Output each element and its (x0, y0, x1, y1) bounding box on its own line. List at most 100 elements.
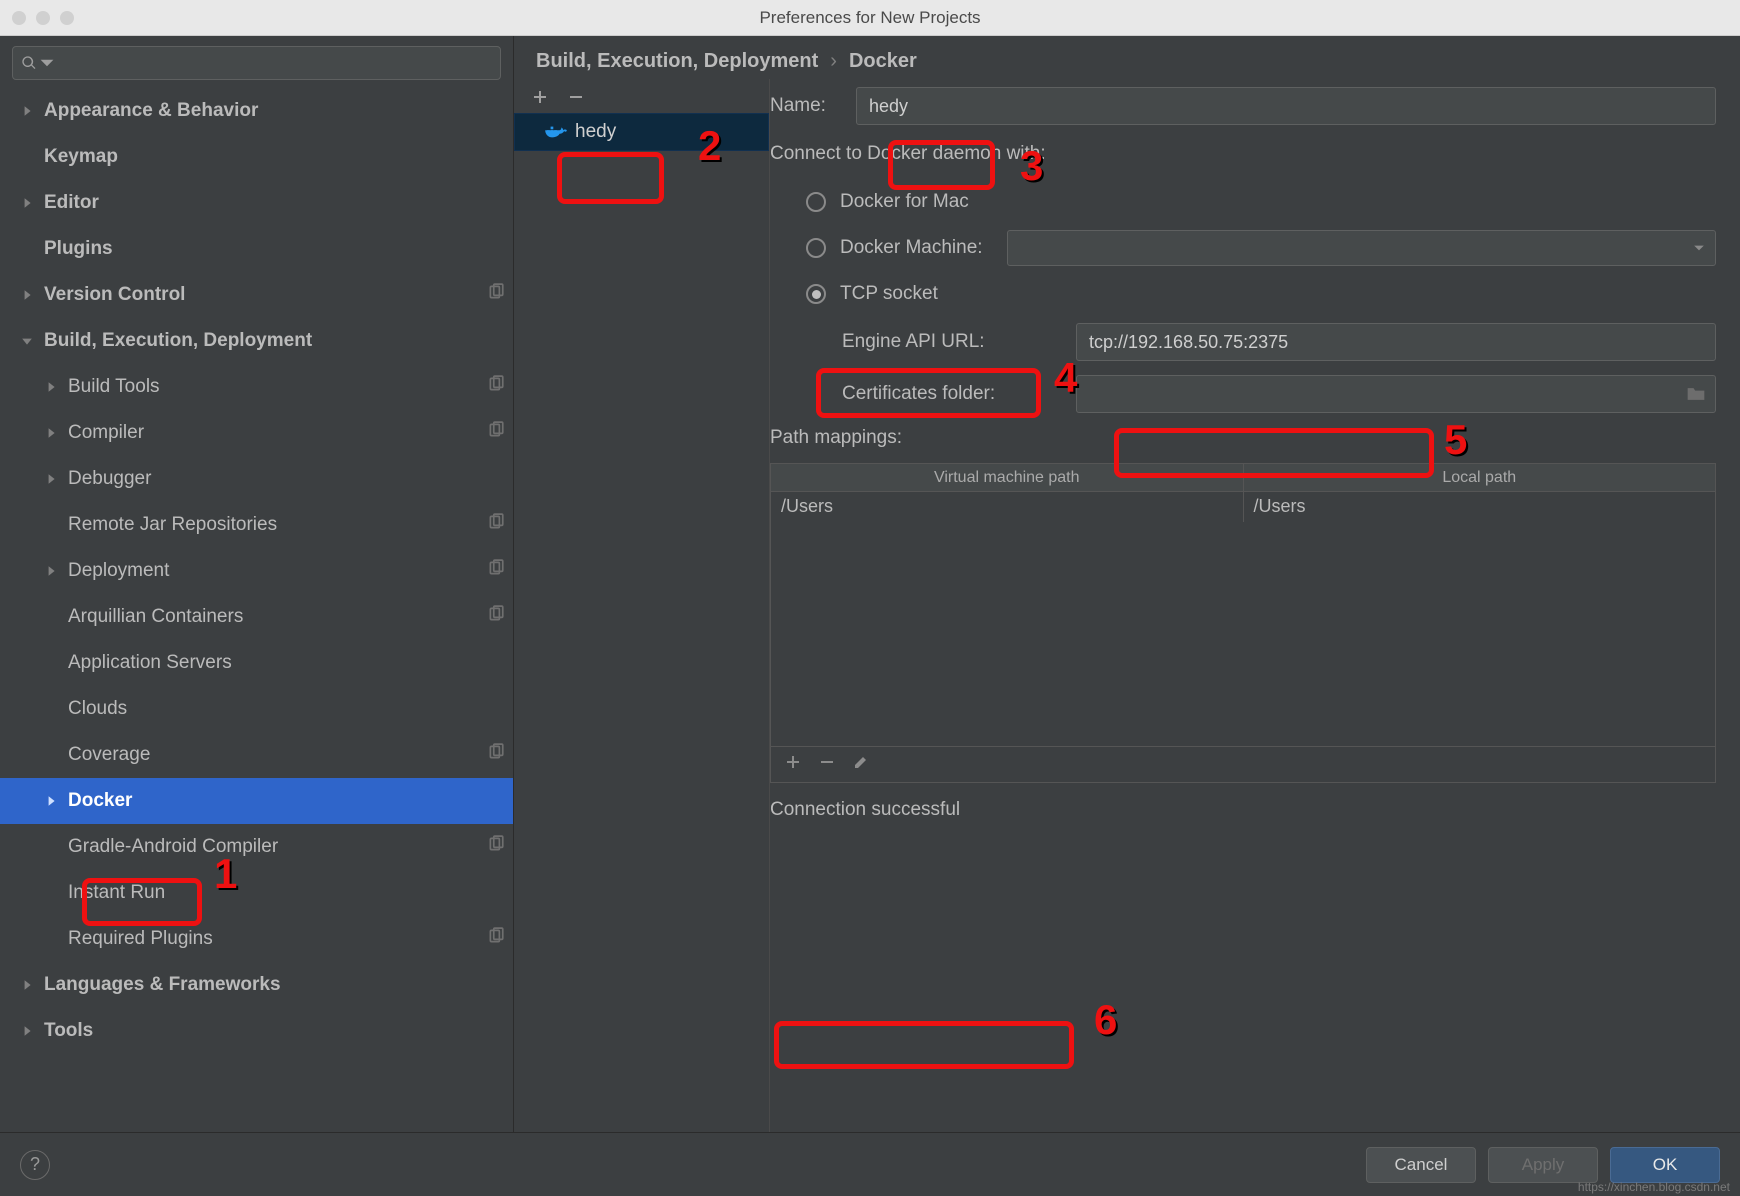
zoom-window-icon[interactable] (60, 11, 74, 25)
sidebar-item-deployment[interactable]: Deployment (0, 548, 513, 594)
radio-docker-machine[interactable]: Docker Machine: (806, 225, 1716, 271)
name-input[interactable]: hedy (856, 87, 1716, 125)
close-window-icon[interactable] (12, 11, 26, 25)
browse-folder-button[interactable] (1681, 375, 1711, 413)
breadcrumb-separator: › (830, 50, 837, 73)
path-mappings-table: Virtual machine path Local path /Users /… (770, 463, 1716, 783)
chevron-right-icon (44, 564, 58, 578)
scope-icon (487, 743, 505, 767)
sidebar-item-label: Instant Run (68, 882, 505, 904)
chevron-down-icon (39, 55, 55, 71)
arrow-spacer (44, 886, 58, 900)
sidebar-item-keymap[interactable]: Keymap (0, 134, 513, 180)
engine-url-label: Engine API URL: (842, 331, 1052, 353)
sidebar-item-label: Docker (68, 790, 505, 812)
add-mapping-button[interactable] (785, 754, 801, 776)
arrow-spacer (44, 518, 58, 532)
remove-config-button[interactable] (566, 87, 586, 107)
sidebar-item-label: Required Plugins (68, 928, 487, 950)
sidebar-item-gradle-android-compiler[interactable]: Gradle-Android Compiler (0, 824, 513, 870)
engine-url-input[interactable]: tcp://192.168.50.75:2375 (1076, 323, 1716, 361)
table-header-vm: Virtual machine path (771, 464, 1244, 491)
sidebar-item-remote-jar-repositories[interactable]: Remote Jar Repositories (0, 502, 513, 548)
radio-docker-for-mac[interactable]: Docker for Mac (806, 179, 1716, 225)
sidebar-item-label: Arquillian Containers (68, 606, 487, 628)
sidebar-item-required-plugins[interactable]: Required Plugins (0, 916, 513, 962)
ok-button[interactable]: OK (1610, 1147, 1720, 1183)
sidebar-item-clouds[interactable]: Clouds (0, 686, 513, 732)
scope-icon (487, 835, 505, 859)
sidebar-item-docker[interactable]: Docker (0, 778, 513, 824)
titlebar: Preferences for New Projects (0, 0, 1740, 36)
sidebar-item-build-tools[interactable]: Build Tools (0, 364, 513, 410)
radio-icon (806, 192, 826, 212)
scope-icon (487, 283, 505, 307)
radio-tcp-socket[interactable]: TCP socket (806, 271, 1716, 317)
cancel-button[interactable]: Cancel (1366, 1147, 1476, 1183)
sidebar-item-label: Plugins (44, 238, 505, 260)
sidebar-item-editor[interactable]: Editor (0, 180, 513, 226)
sidebar-item-label: Deployment (68, 560, 487, 582)
chevron-down-icon (20, 334, 34, 348)
remove-mapping-button[interactable] (819, 754, 835, 776)
sidebar-item-languages-frameworks[interactable]: Languages & Frameworks (0, 962, 513, 1008)
name-label: Name: (770, 95, 856, 117)
sidebar-item-debugger[interactable]: Debugger (0, 456, 513, 502)
sidebar-item-appearance-behavior[interactable]: Appearance & Behavior (0, 88, 513, 134)
sidebar-item-label: Editor (44, 192, 505, 214)
sidebar-item-label: Version Control (44, 284, 487, 306)
arrow-spacer (44, 610, 58, 624)
arrow-spacer (44, 932, 58, 946)
sidebar-item-compiler[interactable]: Compiler (0, 410, 513, 456)
sidebar-item-plugins[interactable]: Plugins (0, 226, 513, 272)
traffic-lights (12, 11, 74, 25)
sidebar-item-label: Languages & Frameworks (44, 974, 505, 996)
sidebar-item-application-servers[interactable]: Application Servers (0, 640, 513, 686)
watermark: https://xinchen.blog.csdn.net (1578, 1180, 1730, 1194)
breadcrumb-current: Docker (849, 50, 917, 73)
add-config-button[interactable] (530, 87, 550, 107)
help-button[interactable]: ? (20, 1150, 50, 1180)
chevron-right-icon (20, 104, 34, 118)
edit-mapping-button[interactable] (853, 754, 869, 776)
sidebar-item-label: Debugger (68, 468, 505, 490)
chevron-right-icon (20, 978, 34, 992)
sidebar-item-tools[interactable]: Tools (0, 1008, 513, 1054)
cert-folder-input[interactable] (1076, 375, 1716, 413)
sidebar-item-version-control[interactable]: Version Control (0, 272, 513, 318)
folder-icon (1686, 385, 1706, 403)
sidebar-item-label: Clouds (68, 698, 505, 720)
path-mappings-label: Path mappings: (770, 427, 1716, 449)
chevron-down-icon (1693, 242, 1705, 254)
search-input[interactable] (12, 46, 501, 80)
docker-machine-select[interactable] (1007, 230, 1716, 266)
scope-icon (487, 375, 505, 399)
sidebar-item-coverage[interactable]: Coverage (0, 732, 513, 778)
arrow-spacer (44, 840, 58, 854)
apply-button[interactable]: Apply (1488, 1147, 1598, 1183)
arrow-spacer (44, 748, 58, 762)
radio-icon (806, 284, 826, 304)
sidebar-item-label: Appearance & Behavior (44, 100, 505, 122)
docker-config-item[interactable]: hedy (514, 113, 769, 151)
minimize-window-icon[interactable] (36, 11, 50, 25)
scope-icon (487, 421, 505, 445)
sidebar-item-arquillian-containers[interactable]: Arquillian Containers (0, 594, 513, 640)
table-header-local: Local path (1244, 464, 1716, 491)
docker-icon (545, 123, 567, 141)
sidebar-item-label: Application Servers (68, 652, 505, 674)
arrow-spacer (44, 702, 58, 716)
connection-status: Connection successful (770, 799, 1716, 821)
dialog-footer: ? Cancel Apply OK https://xinchen.blog.c… (0, 1132, 1740, 1196)
sidebar-item-label: Tools (44, 1020, 505, 1042)
chevron-right-icon (20, 288, 34, 302)
sidebar-item-label: Compiler (68, 422, 487, 444)
sidebar-item-instant-run[interactable]: Instant Run (0, 870, 513, 916)
chevron-right-icon (44, 426, 58, 440)
window-title: Preferences for New Projects (759, 8, 980, 28)
scope-icon (487, 927, 505, 951)
sidebar-item-build-execution-deployment[interactable]: Build, Execution, Deployment (0, 318, 513, 364)
table-row[interactable]: /Users /Users (771, 492, 1715, 522)
sidebar-item-label: Keymap (44, 146, 505, 168)
docker-configs-list: hedy (514, 79, 770, 1132)
